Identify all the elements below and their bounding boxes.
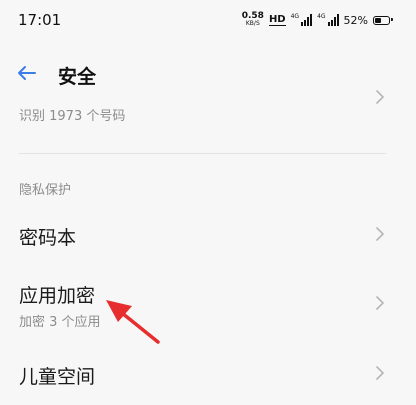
- section-header-privacy: 隐私保护: [19, 183, 72, 198]
- list-item-title: 应用加密: [19, 285, 96, 307]
- chevron-right-icon: [376, 296, 384, 310]
- page-title: 安全: [58, 66, 97, 88]
- hd-voice-icon: HD: [268, 13, 286, 26]
- section-divider: [19, 153, 386, 154]
- back-button[interactable]: [14, 60, 40, 86]
- network-speed-value: 0.58: [241, 11, 264, 21]
- top-app-bar: 安全: [0, 52, 416, 96]
- status-indicators: 0.58 KB/S HD 4G 4G 52%: [242, 12, 393, 28]
- chevron-right-icon: [376, 90, 384, 104]
- signal-1-tag: 4G: [290, 13, 300, 20]
- network-speed-unit: KB/S: [245, 20, 260, 27]
- battery-icon: [373, 15, 393, 25]
- list-item-app-encryption[interactable]: 应用加密 加密 3 个应用: [0, 270, 416, 336]
- list-item-password-book[interactable]: 密码本: [0, 210, 416, 260]
- battery-percent: 52%: [343, 13, 368, 27]
- status-time: 17:01: [18, 11, 62, 29]
- signal-2-tag: 4G: [317, 13, 326, 20]
- signal-strength-2-icon: 4G: [317, 13, 339, 26]
- list-item-kids-space[interactable]: 儿童空间: [0, 350, 416, 400]
- network-speed: 0.58 KB/S: [242, 12, 264, 28]
- status-bar: 17:01 0.58 KB/S HD 4G 4G 52%: [0, 0, 416, 40]
- battery-fill: [375, 17, 381, 23]
- chevron-right-icon: [376, 366, 384, 380]
- caller-id-subtitle: 识别 1973 个号码: [19, 109, 126, 124]
- back-arrow-icon: [18, 66, 36, 80]
- chevron-right-icon: [376, 227, 384, 241]
- list-item-title: 儿童空间: [19, 366, 96, 388]
- list-item-subtitle: 加密 3 个应用: [19, 315, 101, 330]
- list-item-title: 密码本: [19, 227, 77, 249]
- signal-strength-icon: 4G: [290, 13, 313, 26]
